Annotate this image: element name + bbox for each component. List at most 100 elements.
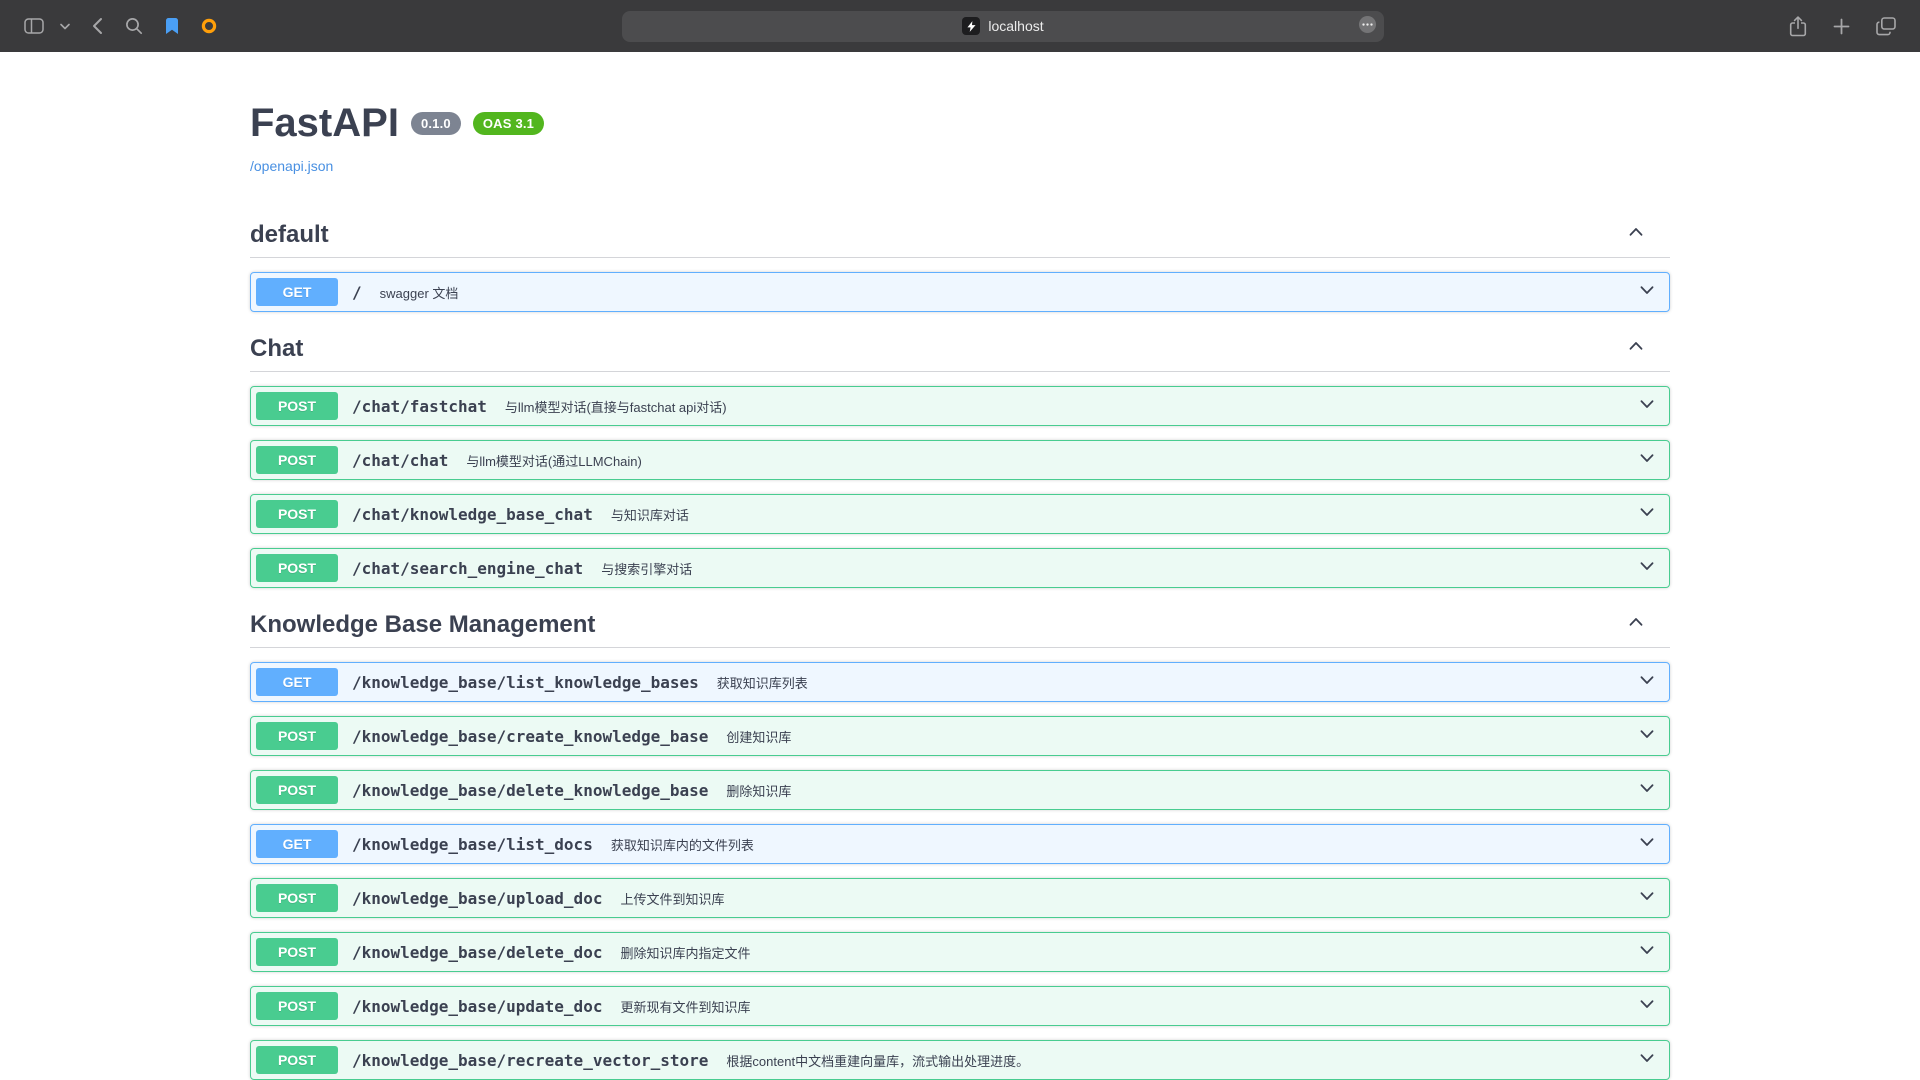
operation-description: 根据content中文档重建向量库，流式输出处理进度。 [726,1051,1637,1070]
method-badge: POST [256,392,338,420]
operation-row[interactable]: POST /knowledge_base/delete_knowledge_ba… [250,770,1670,810]
chevron-down-icon[interactable] [1637,994,1657,1019]
chevron-down-icon[interactable] [1637,502,1657,527]
method-badge: POST [256,1046,338,1074]
share-icon [1789,16,1807,37]
method-badge: GET [256,278,338,306]
sidebar-toggle-button[interactable] [18,12,50,40]
tab-overview-button[interactable] [1870,11,1902,42]
operation-path: /chat/chat [352,451,448,470]
plus-icon [1833,18,1850,35]
chevron-down-icon[interactable] [1637,280,1657,305]
operation-path: /knowledge_base/upload_doc [352,889,602,908]
operation-description: 更新现有文件到知识库 [620,997,1637,1016]
chevron-down-icon[interactable] [1637,724,1657,749]
operation-row[interactable]: POST /chat/chat 与llm模型对话(通过LLMChain) [250,440,1670,480]
chevron-down-icon[interactable] [1637,940,1657,965]
operation-description: 获取知识库列表 [717,673,1637,692]
oas-badge: OAS 3.1 [473,112,544,135]
site-favicon [962,17,980,35]
chevron-up-icon[interactable] [1626,222,1646,247]
operation-row[interactable]: POST /knowledge_base/update_doc 更新现有文件到知… [250,986,1670,1026]
chevron-down-icon[interactable] [1637,556,1657,581]
toolbar-center-group: localhost [223,11,1783,42]
operation-path: /knowledge_base/recreate_vector_store [352,1051,708,1070]
operations-list: GET / swagger 文档 [250,272,1670,312]
operation-row[interactable]: POST /knowledge_base/recreate_vector_sto… [250,1040,1670,1080]
operation-row[interactable]: POST /chat/fastchat 与llm模型对话(直接与fastchat… [250,386,1670,426]
content-wrapper: FastAPI 0.1.0 OAS 3.1 /openapi.json defa… [230,52,1690,1080]
operation-row[interactable]: POST /chat/search_engine_chat 与搜索引擎对话 [250,548,1670,588]
tag-sections: default GET / swagger 文档 Chat POST /chat… [250,212,1670,1080]
chevron-down-icon[interactable] [1637,670,1657,695]
share-button[interactable] [1783,10,1813,43]
version-badge: 0.1.0 [411,112,461,135]
chevron-down-icon[interactable] [1637,1048,1657,1073]
chevron-up-icon[interactable] [1626,336,1646,361]
tag-title: Chat [250,334,303,363]
ellipsis-icon [1358,15,1377,37]
operation-row[interactable]: GET /knowledge_base/list_knowledge_bases… [250,662,1670,702]
method-badge: GET [256,668,338,696]
method-badge: POST [256,938,338,966]
method-badge: POST [256,500,338,528]
operation-description: 删除知识库内指定文件 [620,943,1637,962]
operation-path: /knowledge_base/create_knowledge_base [352,727,708,746]
search-button[interactable] [119,11,149,41]
address-bar[interactable]: localhost [622,11,1384,42]
operation-row[interactable]: GET /knowledge_base/list_docs 获取知识库内的文件列… [250,824,1670,864]
operation-row[interactable]: POST /knowledge_base/upload_doc 上传文件到知识库 [250,878,1670,918]
operation-path: /knowledge_base/list_knowledge_bases [352,673,699,692]
operation-row[interactable]: POST /knowledge_base/delete_doc 删除知识库内指定… [250,932,1670,972]
back-button[interactable] [86,11,109,41]
operation-description: 上传文件到知识库 [620,889,1637,908]
operation-path: /knowledge_base/delete_knowledge_base [352,781,708,800]
ring-icon [201,18,217,34]
operation-description: 与llm模型对话(通过LLMChain) [466,451,1637,470]
operation-path: /chat/search_engine_chat [352,559,583,578]
chevron-down-icon[interactable] [1637,394,1657,419]
tag-section: Chat POST /chat/fastchat 与llm模型对话(直接与fas… [250,326,1670,588]
operation-row[interactable]: POST /chat/knowledge_base_chat 与知识库对话 [250,494,1670,534]
tag-title: default [250,220,329,249]
operation-description: 与知识库对话 [611,505,1637,524]
openapi-link[interactable]: /openapi.json [250,158,333,174]
chevron-down-icon[interactable] [1637,778,1657,803]
operation-path: /knowledge_base/list_docs [352,835,593,854]
back-icon [92,17,103,35]
operation-row[interactable]: POST /knowledge_base/create_knowledge_ba… [250,716,1670,756]
api-title: FastAPI 0.1.0 OAS 3.1 [250,98,1670,148]
operation-row[interactable]: GET / swagger 文档 [250,272,1670,312]
chevron-down-icon [60,23,70,30]
operation-description: 与搜索引擎对话 [601,559,1637,578]
chevron-down-icon[interactable] [1637,448,1657,473]
operation-description: 与llm模型对话(直接与fastchat api对话) [505,397,1637,416]
swagger-page: FastAPI 0.1.0 OAS 3.1 /openapi.json defa… [0,52,1920,1080]
toolbar-left-group [18,11,223,41]
tag-header[interactable]: default [250,212,1670,258]
chevron-down-icon[interactable] [1637,832,1657,857]
operations-list: GET /knowledge_base/list_knowledge_bases… [250,662,1670,1080]
operation-path: /knowledge_base/update_doc [352,997,602,1016]
operation-path: /chat/knowledge_base_chat [352,505,593,524]
api-info: FastAPI 0.1.0 OAS 3.1 /openapi.json [250,52,1670,176]
chevron-down-icon[interactable] [1637,886,1657,911]
method-badge: POST [256,722,338,750]
bookmark-icon [165,18,179,35]
page-options-button[interactable] [1358,15,1377,37]
tag-section: default GET / swagger 文档 [250,212,1670,312]
url-text: localhost [988,18,1043,34]
chevron-up-icon[interactable] [1626,612,1646,637]
operation-description: 删除知识库 [726,781,1637,800]
pinned-tab-blue-button[interactable] [159,12,185,41]
new-tab-button[interactable] [1827,12,1856,41]
toolbar-right-group [1783,10,1902,43]
sidebar-menu-button[interactable] [60,17,76,36]
operations-list: POST /chat/fastchat 与llm模型对话(直接与fastchat… [250,386,1670,588]
operation-description: 创建知识库 [726,727,1637,746]
tag-header[interactable]: Chat [250,326,1670,372]
method-badge: GET [256,830,338,858]
pinned-tab-orange-button[interactable] [195,12,223,40]
sidebar-icon [24,18,44,34]
tag-header[interactable]: Knowledge Base Management [250,602,1670,648]
